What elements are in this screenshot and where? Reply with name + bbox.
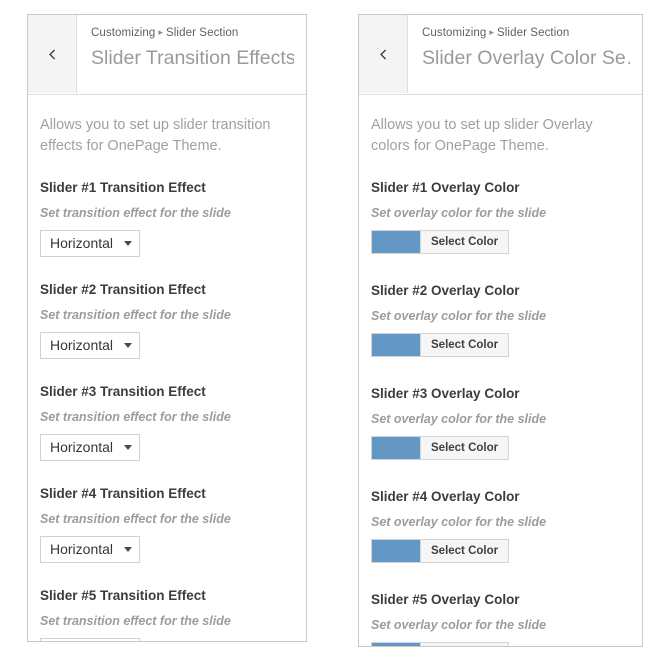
field-label: Slider #2 Transition Effect: [40, 282, 206, 298]
breadcrumb-separator-icon: ▸: [158, 27, 163, 37]
color-picker-overlay-1[interactable]: Select Color: [371, 230, 510, 255]
field-hint: Set transition effect for the slide: [40, 308, 231, 323]
chevron-down-icon: [124, 445, 132, 451]
field-hint: Set overlay color for the slide: [371, 412, 547, 427]
chevron-down-icon: [124, 343, 132, 349]
select-value: Horizontal: [50, 337, 114, 354]
select-transition-effect-2[interactable]: Horizontal: [40, 332, 140, 360]
color-picker-overlay-2[interactable]: Select Color: [371, 333, 510, 358]
select-value: Horizontal: [50, 439, 114, 456]
field-label: Slider #5 Overlay Color: [371, 592, 520, 608]
field-hint: Set transition effect for the slide: [40, 410, 231, 425]
field-slider-1-overlay-color: Slider #1 Overlay Color Set overlay colo…: [371, 179, 630, 258]
field-label: Slider #2 Overlay Color: [371, 283, 520, 299]
panel-header-text: Customizing ▸ Slider Section Slider Overla…: [408, 15, 642, 94]
field-label: Slider #5 Transition Effect: [40, 588, 206, 604]
color-swatch[interactable]: [372, 540, 421, 563]
field-slider-3-overlay-color: Slider #3 Overlay Color Set overlay colo…: [371, 385, 630, 464]
field-hint: Set overlay color for the slide: [371, 309, 547, 324]
select-color-button-label: Select Color: [421, 334, 509, 357]
field-slider-2-transition-effect: Slider #2 Transition Effect Set transiti…: [40, 281, 294, 360]
breadcrumb-root[interactable]: Customizing: [91, 27, 155, 39]
breadcrumb-root[interactable]: Customizing: [422, 27, 486, 39]
breadcrumb: Customizing ▸ Slider Section: [91, 26, 294, 41]
field-slider-1-transition-effect: Slider #1 Transition Effect Set transiti…: [40, 179, 294, 258]
panel-body: Allows you to set up slider Overlay colo…: [359, 95, 642, 646]
field-hint: Set overlay color for the slide: [371, 206, 547, 221]
color-swatch[interactable]: [372, 334, 421, 357]
field-label: Slider #1 Overlay Color: [371, 180, 520, 196]
field-hint: Set transition effect for the slide: [40, 512, 231, 527]
select-transition-effect-4[interactable]: Horizontal: [40, 536, 140, 564]
field-slider-5-transition-effect: Slider #5 Transition Effect Set transiti…: [40, 587, 294, 641]
color-picker-overlay-3[interactable]: Select Color: [371, 436, 510, 461]
breadcrumb-section[interactable]: Slider Section: [497, 27, 569, 39]
panel-header: Customizing ▸ Slider Section Slider Overla…: [359, 15, 642, 96]
field-hint: Set overlay color for the slide: [371, 515, 547, 530]
color-swatch[interactable]: [372, 437, 421, 460]
panel-body: Allows you to set up slider transition e…: [28, 95, 306, 641]
panel-description: Allows you to set up slider Overlay colo…: [371, 117, 593, 155]
panel-header: Customizing ▸ Slider Section Slider Transi…: [28, 15, 306, 96]
chevron-left-icon: [379, 48, 386, 60]
color-swatch[interactable]: [372, 643, 421, 646]
panel-description: Allows you to set up slider transition e…: [40, 117, 271, 155]
panel-header-text: Customizing ▸ Slider Section Slider Transi…: [77, 15, 306, 94]
field-label: Slider #3 Overlay Color: [371, 386, 520, 402]
color-swatch[interactable]: [372, 231, 421, 254]
panel-title: Slider Transition Effects: [91, 47, 294, 69]
field-slider-3-transition-effect: Slider #3 Transition Effect Set transiti…: [40, 383, 294, 462]
screenshot-stage: Customizing ▸ Slider Section Slider Transi…: [0, 0, 660, 661]
customizer-panel-slider-overlay-color-settings: Customizing ▸ Slider Section Slider Overla…: [358, 14, 643, 647]
select-transition-effect-3[interactable]: Horizontal: [40, 434, 140, 462]
color-picker-overlay-4[interactable]: Select Color: [371, 539, 510, 564]
color-picker-overlay-5[interactable]: Select Color: [371, 642, 510, 646]
breadcrumb: Customizing ▸ Slider Section: [422, 26, 630, 41]
field-hint: Set transition effect for the slide: [40, 614, 231, 629]
field-slider-4-overlay-color: Slider #4 Overlay Color Set overlay colo…: [371, 488, 630, 567]
field-slider-2-overlay-color: Slider #2 Overlay Color Set overlay colo…: [371, 282, 630, 361]
select-color-button-label: Select Color: [421, 643, 509, 646]
field-label: Slider #4 Transition Effect: [40, 486, 206, 502]
customizer-panel-slider-transition-effects: Customizing ▸ Slider Section Slider Transi…: [27, 14, 307, 642]
chevron-left-icon: [48, 48, 55, 60]
select-transition-effect-5[interactable]: Horizontal: [40, 638, 140, 641]
select-color-button-label: Select Color: [421, 437, 509, 460]
select-value: Horizontal: [50, 235, 114, 252]
chevron-down-icon: [124, 241, 132, 247]
breadcrumb-separator-icon: ▸: [489, 27, 494, 37]
field-label: Slider #3 Transition Effect: [40, 384, 206, 400]
select-value: Horizontal: [50, 541, 114, 558]
chevron-down-icon: [124, 547, 132, 553]
field-slider-5-overlay-color: Slider #5 Overlay Color Set overlay colo…: [371, 591, 630, 646]
back-button[interactable]: [28, 15, 77, 93]
field-label: Slider #1 Transition Effect: [40, 180, 206, 196]
back-button[interactable]: [359, 15, 408, 93]
field-label: Slider #4 Overlay Color: [371, 489, 520, 505]
panel-title: Slider Overlay Color Se…: [422, 47, 630, 69]
breadcrumb-section[interactable]: Slider Section: [166, 27, 238, 39]
field-hint: Set overlay color for the slide: [371, 618, 547, 633]
field-slider-4-transition-effect: Slider #4 Transition Effect Set transiti…: [40, 485, 294, 564]
field-hint: Set transition effect for the slide: [40, 206, 231, 221]
select-color-button-label: Select Color: [421, 540, 509, 563]
select-transition-effect-1[interactable]: Horizontal: [40, 230, 140, 258]
select-color-button-label: Select Color: [421, 231, 509, 254]
